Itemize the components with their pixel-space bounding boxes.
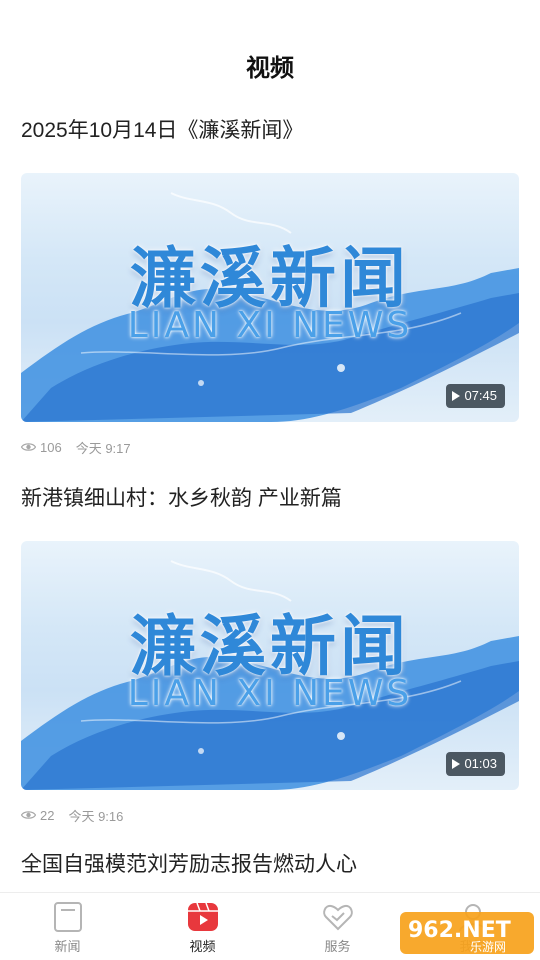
video-card[interactable]: 新港镇细山村：水乡秋韵 产业新篇 濂溪新闻 LIAN XI NEWS 01:03 [21, 484, 519, 824]
video-title[interactable]: 新港镇细山村：水乡秋韵 产业新篇 [21, 484, 519, 514]
duration-badge: 07:45 [446, 384, 505, 408]
thumbnail-subtitle: LIAN XI NEWS [127, 673, 413, 714]
play-icon [452, 391, 461, 401]
duration-text: 01:03 [464, 756, 497, 771]
tab-label: 视频 [189, 939, 216, 954]
video-feed[interactable]: 2025年10月14日《濂溪新闻》 濂溪新闻 LIAN XI NEWS 07:4… [0, 100, 540, 892]
service-icon [322, 904, 353, 931]
svg-text:乐游网: 乐游网 [470, 940, 506, 954]
thumbnail-subtitle: LIAN XI NEWS [127, 305, 413, 346]
tab-service[interactable]: 服务 [270, 893, 405, 960]
video-meta: 106 今天 9:17 [21, 438, 519, 456]
video-card[interactable]: 全国自强模范刘芳励志报告燃动人心 [21, 850, 519, 880]
top-header: 视频 [0, 0, 540, 100]
publish-time: 今天 9:17 [75, 440, 131, 456]
view-count: 106 [40, 439, 62, 455]
video-title[interactable]: 2025年10月14日《濂溪新闻》 [21, 116, 519, 146]
video-thumbnail[interactable]: 濂溪新闻 LIAN XI NEWS 07:45 [21, 173, 519, 422]
video-meta: 22 今天 9:16 [21, 806, 519, 824]
news-icon [53, 902, 82, 932]
video-card[interactable]: 2025年10月14日《濂溪新闻》 濂溪新闻 LIAN XI NEWS 07:4… [21, 116, 519, 456]
view-count: 22 [40, 807, 55, 823]
publish-time: 今天 9:16 [68, 808, 124, 824]
play-icon [452, 759, 461, 769]
duration-text: 07:45 [464, 388, 497, 403]
eye-icon [21, 443, 36, 451]
video-title[interactable]: 全国自强模范刘芳励志报告燃动人心 [21, 850, 519, 880]
tab-video[interactable]: 视频 [135, 893, 270, 960]
tab-label: 服务 [324, 939, 351, 954]
site-watermark: 962.NET 乐游网 [400, 912, 534, 954]
page-title: 视频 [246, 55, 294, 82]
video-thumbnail[interactable]: 濂溪新闻 LIAN XI NEWS 01:03 [21, 541, 519, 790]
video-icon [187, 902, 218, 931]
tab-news[interactable]: 新闻 [0, 893, 135, 960]
eye-icon [21, 811, 36, 819]
tab-label: 新闻 [54, 939, 81, 954]
duration-badge: 01:03 [446, 752, 505, 776]
